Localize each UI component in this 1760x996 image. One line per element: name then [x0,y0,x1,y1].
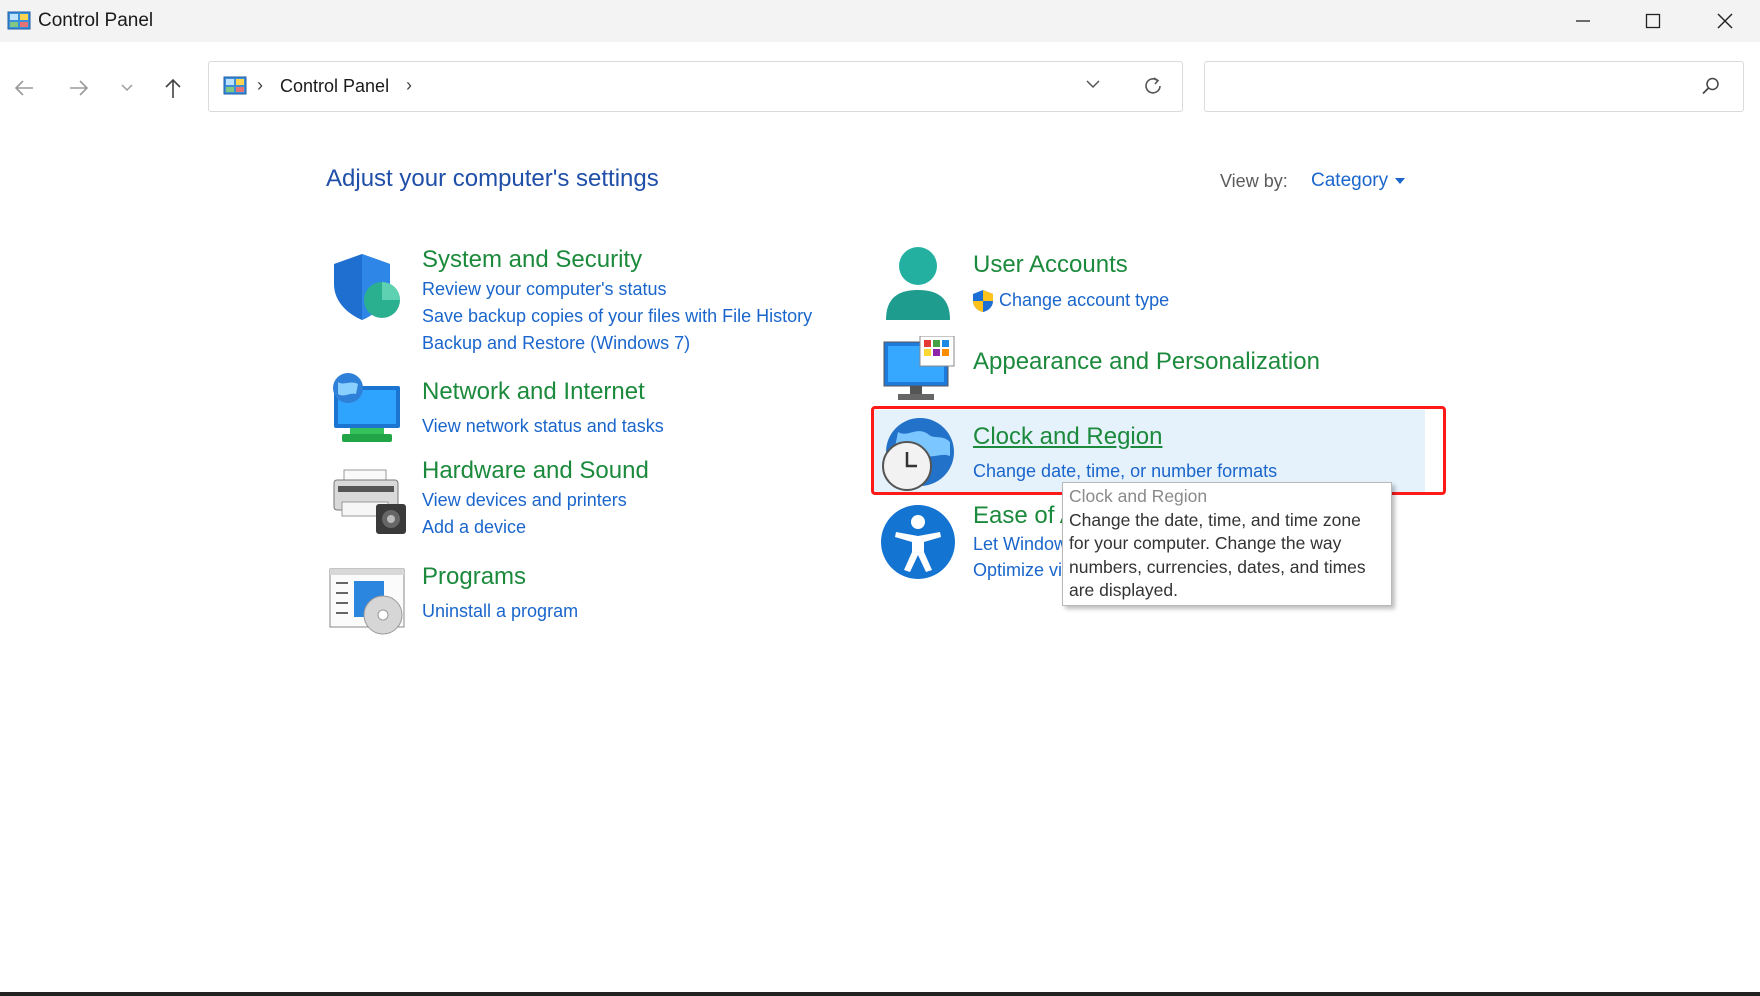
network-status-link[interactable]: View network status and tasks [422,416,664,437]
up-button[interactable] [155,70,191,106]
programs-icon[interactable] [328,567,406,640]
window-title: Control Panel [38,10,154,31]
review-status-link[interactable]: Review your computer's status [422,279,667,300]
caret-down-icon [1395,178,1406,184]
control-panel-icon [7,11,31,36]
file-history-link[interactable]: Save backup copies of your files with Fi… [422,306,812,327]
backup-restore-link[interactable]: Backup and Restore (Windows 7) [422,333,690,354]
tooltip-title: Clock and Region [1069,486,1208,506]
accessibility-icon[interactable] [880,504,956,585]
tooltip-line: for your computer. Change the way [1069,533,1342,553]
minimize-button[interactable] [1548,0,1618,42]
view-by-value[interactable]: Category [1311,170,1388,192]
back-button[interactable] [6,70,42,106]
maximize-button[interactable] [1618,0,1688,42]
search-icon[interactable] [1701,76,1721,101]
uac-shield-icon [971,289,995,318]
shield-icon[interactable] [330,252,402,327]
recent-locations-chevron-icon[interactable] [109,70,145,106]
breadcrumb-separator[interactable]: › [257,75,263,96]
network-globe-icon[interactable] [328,372,404,449]
devices-printers-link[interactable]: View devices and printers [422,490,627,511]
taskbar-edge [0,992,1760,996]
search-box[interactable] [1204,61,1744,112]
address-bar[interactable]: › Control Panel › [208,61,1183,112]
view-by-dropdown[interactable]: Category [1311,170,1406,192]
page-title: Adjust your computer's settings [326,165,659,192]
forward-button[interactable] [61,70,97,106]
appearance-icon[interactable] [882,335,956,407]
system-security-title[interactable]: System and Security [422,246,642,274]
change-account-type-link[interactable]: Change account type [999,290,1169,311]
user-accounts-title[interactable]: User Accounts [973,251,1128,279]
network-internet-title[interactable]: Network and Internet [422,378,645,406]
breadcrumb-control-panel[interactable]: Control Panel [280,76,389,97]
appearance-title[interactable]: Appearance and Personalization [973,348,1320,376]
tooltip-line: are displayed. [1069,580,1178,600]
tooltip-line: Change the date, time, and time zone [1069,509,1361,530]
view-by-label: View by: [1220,171,1288,191]
close-button[interactable] [1690,0,1760,42]
tooltip: Clock and Region Change the date, time, … [1062,482,1392,606]
uninstall-program-link[interactable]: Uninstall a program [422,601,578,622]
refresh-icon[interactable] [1142,75,1164,102]
programs-title[interactable]: Programs [422,563,526,591]
breadcrumb-separator[interactable]: › [406,75,412,96]
user-icon[interactable] [884,246,952,329]
title-bar: Control Panel [0,0,1760,42]
hardware-sound-title[interactable]: Hardware and Sound [422,457,649,485]
control-panel-icon [223,76,247,101]
add-device-link[interactable]: Add a device [422,517,526,538]
tooltip-line: numbers, currencies, dates, and times [1069,556,1366,577]
address-dropdown-chevron-icon[interactable] [1085,77,1101,95]
search-input[interactable] [1215,72,1689,102]
printer-icon[interactable] [332,468,408,539]
